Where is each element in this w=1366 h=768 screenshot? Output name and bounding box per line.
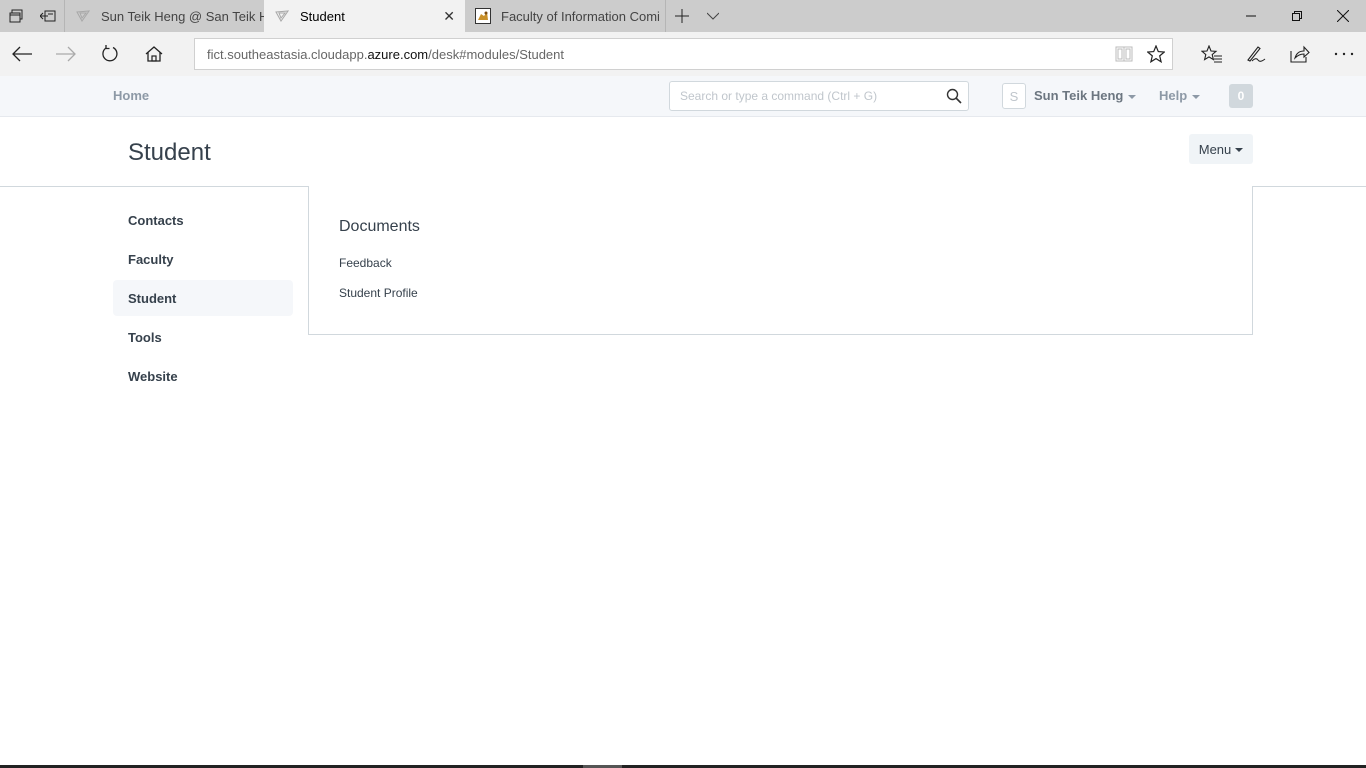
tab-student[interactable]: Student ✕: [264, 0, 465, 32]
browser-tab-strip: Sun Teik Heng @ San Teik H Student ✕ Fac…: [0, 0, 1366, 32]
site-favicon-icon: [475, 8, 491, 24]
close-window-button[interactable]: [1320, 0, 1366, 32]
sidebar-item-label: Contacts: [128, 212, 184, 228]
tab-preview-button[interactable]: [0, 0, 32, 32]
close-tab-icon[interactable]: ✕: [443, 8, 455, 25]
documents-section: Documents Feedback Student Profile: [308, 186, 1253, 335]
sidebar-item-contacts[interactable]: Contacts: [113, 202, 293, 238]
caret-down-icon: [1192, 94, 1201, 99]
restore-button[interactable]: [1274, 0, 1320, 32]
section-heading: Documents: [339, 218, 420, 235]
web-note-button[interactable]: [1234, 32, 1278, 76]
tab-list-button[interactable]: [697, 0, 729, 32]
user-menu-dropdown[interactable]: Sun Teik Heng: [1034, 88, 1137, 103]
forward-button[interactable]: [44, 32, 88, 76]
more-button[interactable]: [1322, 32, 1366, 76]
search-icon[interactable]: [946, 88, 962, 109]
notification-badge[interactable]: 0: [1229, 84, 1253, 108]
address-bar[interactable]: fict.southeastasia.cloudapp. azure.com/de…: [194, 38, 1173, 70]
add-favorite-button[interactable]: [1140, 39, 1172, 69]
url-host: azure.com: [367, 46, 429, 62]
sidebar-item-label: Website: [128, 368, 178, 384]
sidebar-item-tools[interactable]: Tools: [113, 319, 293, 355]
new-tab-button[interactable]: [665, 0, 697, 32]
home-link[interactable]: Home: [113, 88, 149, 103]
set-tabs-aside-button[interactable]: [32, 0, 64, 32]
sidebar-item-label: Student: [128, 290, 177, 306]
url-path: /desk#modules/Student: [428, 46, 565, 62]
plus-icon: [674, 9, 689, 23]
app-navbar: Home S Sun Teik Heng Help 0: [0, 76, 1366, 117]
tab-title: Sun Teik Heng @ San Teik H: [101, 8, 264, 24]
user-name: Sun Teik Heng: [1034, 88, 1124, 103]
tab-title: Faculty of Information Comi: [501, 8, 660, 24]
help-label: Help: [1159, 88, 1188, 103]
restore-icon: [1292, 11, 1302, 21]
frappe-logo-icon: [75, 8, 91, 24]
favorites-hub-button[interactable]: [1190, 32, 1234, 76]
page-title: Student: [128, 139, 211, 166]
sidebar-item-label: Tools: [128, 329, 162, 345]
book-icon: [1115, 46, 1133, 62]
arrow-right-icon: [56, 46, 76, 62]
chevron-down-icon: [707, 12, 719, 20]
home-icon: [145, 46, 163, 62]
caret-down-icon: [1235, 148, 1244, 152]
search-input[interactable]: [670, 82, 935, 110]
share-icon: [1290, 45, 1310, 63]
sidebar-item-website[interactable]: Website: [113, 358, 293, 394]
awesome-bar: [669, 81, 969, 111]
tab-faculty-of-information[interactable]: Faculty of Information Comi: [465, 0, 665, 32]
menu-button[interactable]: Menu: [1189, 134, 1253, 164]
browser-toolbar: fict.southeastasia.cloudapp. azure.com/de…: [0, 32, 1366, 76]
help-dropdown[interactable]: Help: [1159, 88, 1201, 103]
home-button[interactable]: [132, 32, 176, 76]
page-head: Student Menu: [0, 117, 1366, 187]
back-button[interactable]: [0, 32, 44, 76]
refresh-icon: [102, 45, 118, 62]
tab-title: Student: [300, 8, 345, 24]
refresh-button[interactable]: [88, 32, 132, 76]
frappe-logo-icon: [274, 8, 290, 24]
favorites-list-icon: [1201, 45, 1222, 63]
caret-down-icon: [1128, 94, 1137, 99]
pen-icon: [1247, 46, 1266, 62]
sidebar-item-label: Faculty: [128, 251, 174, 267]
arrow-left-icon: [12, 46, 32, 62]
url-prefix: fict.southeastasia.cloudapp.: [207, 46, 368, 62]
tabs-stack-icon: [9, 9, 23, 23]
reading-view-button[interactable]: [1108, 39, 1140, 69]
minimize-button[interactable]: [1228, 0, 1274, 32]
star-icon: [1147, 45, 1165, 63]
tabs-aside-icon: [40, 10, 56, 22]
sidebar-item-student[interactable]: Student: [113, 280, 293, 316]
share-button[interactable]: [1278, 32, 1322, 76]
sidebar-item-faculty[interactable]: Faculty: [113, 241, 293, 277]
tab-sun-teik-heng[interactable]: Sun Teik Heng @ San Teik H: [64, 0, 264, 32]
more-dots-icon: [1334, 52, 1354, 56]
menu-label: Menu: [1198, 141, 1232, 157]
module-sidebar: Contacts Faculty Student Tools Website: [113, 202, 293, 397]
link-feedback[interactable]: Feedback: [339, 256, 392, 270]
minimize-icon: [1246, 15, 1256, 17]
close-icon: [1337, 10, 1349, 22]
avatar[interactable]: S: [1002, 83, 1026, 109]
link-student-profile[interactable]: Student Profile: [339, 286, 418, 300]
